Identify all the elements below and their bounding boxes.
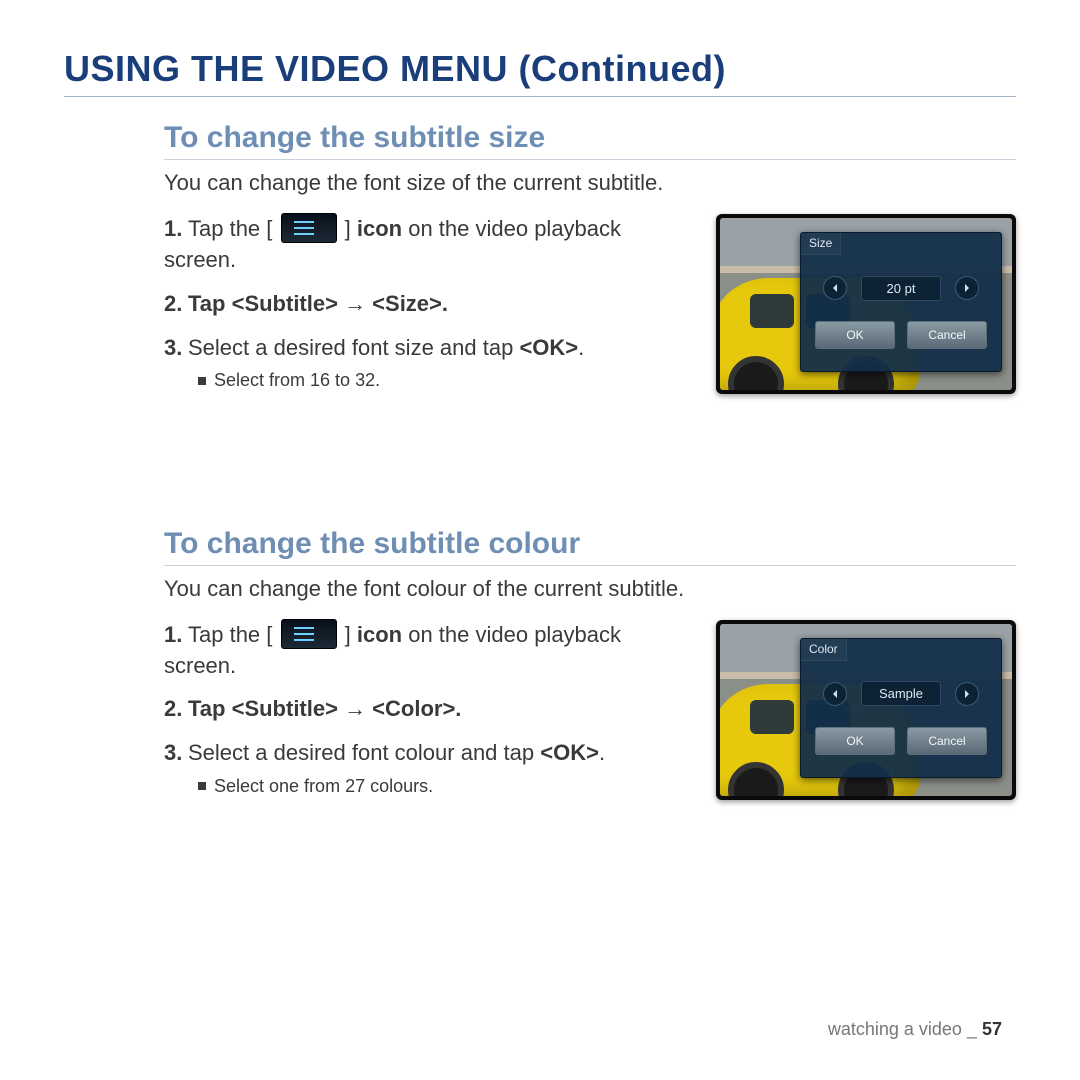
step-number: 3.: [164, 333, 188, 363]
step-bullet: Select one from 27 colours.: [198, 774, 696, 798]
next-button[interactable]: [955, 682, 979, 706]
prev-button[interactable]: [823, 276, 847, 300]
step-text-part: icon: [351, 622, 402, 647]
popup-title: Color: [801, 639, 847, 661]
bullet-icon: [198, 377, 206, 385]
step-number: 1.: [164, 214, 188, 244]
step-1: 1.Tap the [ ] icon on the video playback…: [164, 620, 696, 681]
step-3: 3.Select a desired font size and tap <OK…: [164, 333, 696, 393]
step-2: 2.Tap <Subtitle> → <Size>.: [164, 289, 696, 319]
bullet-text: Select one from 27 colours.: [214, 776, 433, 796]
step-text-part: <OK>: [540, 740, 599, 765]
step-text-part: Select a desired font colour and tap: [188, 740, 540, 765]
bullet-icon: [198, 782, 206, 790]
popup-title: Size: [801, 233, 841, 255]
page-title: USING THE VIDEO MENU (Continued): [64, 48, 1016, 97]
step-number: 2.: [164, 694, 188, 724]
ok-button[interactable]: OK: [815, 321, 895, 349]
next-button[interactable]: [955, 276, 979, 300]
section-subtitle-size: To change the subtitle size You can chan…: [164, 121, 1016, 407]
page-footer: watching a video _ 57: [828, 1019, 1002, 1040]
step-1: 1.Tap the [ ] icon on the video playback…: [164, 214, 696, 275]
menu-icon: [281, 619, 337, 649]
section-subtitle-colour: To change the subtitle colour You can ch…: [164, 527, 1016, 813]
step-number: 2.: [164, 289, 188, 319]
step-text-part: Tap the: [188, 216, 266, 241]
step-text-part: <OK>: [519, 335, 578, 360]
intro-text: You can change the font colour of the cu…: [164, 576, 1016, 602]
intro-text: You can change the font size of the curr…: [164, 170, 1016, 196]
heading-subtitle-colour: To change the subtitle colour: [164, 527, 1016, 566]
step-text-part: Select a desired font size and tap: [188, 335, 519, 360]
steps-list: 1.Tap the [ ] icon on the video playback…: [164, 620, 696, 813]
step-text-part: .: [578, 335, 584, 360]
ok-button[interactable]: OK: [815, 727, 895, 755]
popup-value: 20 pt: [861, 276, 941, 301]
device-screenshot-colour: Color Sample OK Cancel: [716, 620, 1016, 800]
cancel-button[interactable]: Cancel: [907, 321, 987, 349]
step-text-part: .: [599, 740, 605, 765]
step-text: Tap <Subtitle> → <Color>.: [188, 696, 461, 721]
popup-colour: Color Sample OK Cancel: [800, 638, 1002, 778]
menu-icon: [281, 213, 337, 243]
device-screenshot-size: Size 20 pt OK Cancel: [716, 214, 1016, 394]
step-text-part: Tap the: [188, 622, 266, 647]
step-bullet: Select from 16 to 32.: [198, 368, 696, 392]
step-2: 2.Tap <Subtitle> → <Color>.: [164, 694, 696, 724]
steps-list: 1.Tap the [ ] icon on the video playback…: [164, 214, 696, 407]
step-number: 1.: [164, 620, 188, 650]
popup-size: Size 20 pt OK Cancel: [800, 232, 1002, 372]
cancel-button[interactable]: Cancel: [907, 727, 987, 755]
heading-subtitle-size: To change the subtitle size: [164, 121, 1016, 160]
step-number: 3.: [164, 738, 188, 768]
footer-label: watching a video _: [828, 1019, 982, 1039]
page-number: 57: [982, 1019, 1002, 1039]
bullet-text: Select from 16 to 32.: [214, 370, 380, 390]
prev-button[interactable]: [823, 682, 847, 706]
step-text: Tap <Subtitle> → <Size>.: [188, 291, 448, 316]
step-text-part: icon: [351, 216, 402, 241]
step-3: 3.Select a desired font colour and tap <…: [164, 738, 696, 798]
popup-value: Sample: [861, 681, 941, 706]
